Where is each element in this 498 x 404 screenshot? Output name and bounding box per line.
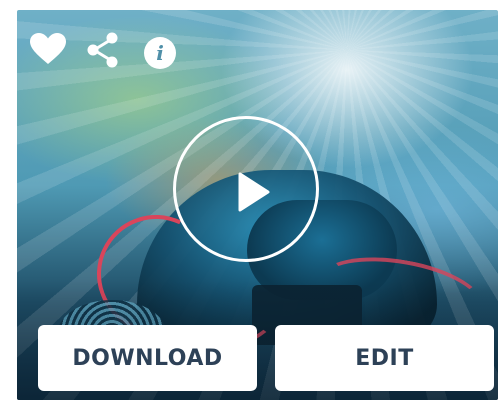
download-button-label: DOWNLOAD: [72, 345, 223, 371]
edit-button-label: EDIT: [355, 345, 414, 371]
play-icon: [238, 172, 270, 212]
share-icon[interactable]: [86, 32, 120, 68]
edit-button[interactable]: EDIT: [275, 325, 494, 391]
heart-icon[interactable]: [30, 33, 66, 65]
play-button[interactable]: [173, 116, 319, 262]
info-glyph: i: [156, 41, 164, 65]
info-icon[interactable]: i: [143, 36, 177, 70]
download-button[interactable]: DOWNLOAD: [38, 325, 257, 391]
